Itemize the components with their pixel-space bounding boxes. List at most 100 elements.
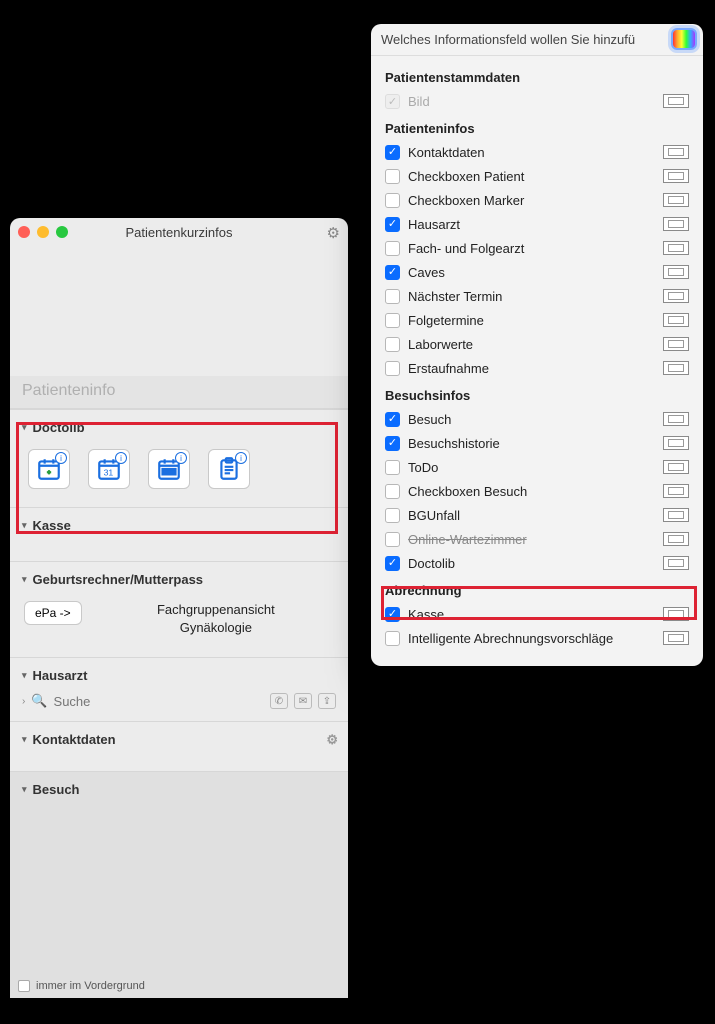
section-title: Hausarzt [33,668,88,683]
field-item[interactable]: Caves [385,260,689,284]
checkbox[interactable] [385,169,400,184]
checkbox[interactable] [385,607,400,622]
gear-icon[interactable]: ⚙ [326,732,338,748]
field-item[interactable]: Kontaktdaten [385,140,689,164]
checkbox[interactable] [385,361,400,376]
section-title: Geburtsrechner/Mutterpass [33,572,204,587]
field-item[interactable]: Intelligente Abrechnungsvorschläge [385,626,689,650]
field-item[interactable]: Fach- und Folgearzt [385,236,689,260]
checkbox[interactable] [385,217,400,232]
layout-box-icon[interactable] [663,217,689,231]
checkbox[interactable] [385,193,400,208]
patienteninfo-label: Patienteninfo [10,376,348,409]
section-besuch: ▾ Besuch [10,771,348,998]
checkbox[interactable] [385,241,400,256]
epa-button[interactable]: ePa -> [24,601,82,625]
layout-box-icon[interactable] [663,361,689,375]
foreground-checkbox[interactable] [18,980,30,992]
field-item[interactable]: Doctolib [385,551,689,575]
checkbox[interactable] [385,94,400,109]
close-icon[interactable] [18,226,30,238]
group-title: Besuchsinfos [385,380,689,407]
popover-body: PatientenstammdatenBildPatienteninfosKon… [371,56,703,666]
field-item[interactable]: Hausarzt [385,212,689,236]
layout-box-icon[interactable] [663,631,689,645]
field-label: Erstaufnahme [408,361,489,376]
field-item[interactable]: ToDo [385,455,689,479]
section-header-hausarzt[interactable]: ▾ Hausarzt [10,658,348,693]
layout-box-icon[interactable] [663,265,689,279]
zoom-icon[interactable] [56,226,68,238]
field-item[interactable]: Laborwerte [385,332,689,356]
layout-box-icon[interactable] [663,412,689,426]
layout-box-icon[interactable] [663,460,689,474]
field-label: ToDo [408,460,438,475]
layout-box-icon[interactable] [663,556,689,570]
layout-box-icon[interactable] [663,241,689,255]
expand-icon[interactable]: › [22,696,25,707]
checkbox[interactable] [385,556,400,571]
layout-box-icon[interactable] [663,145,689,159]
calendar-range-icon[interactable]: i [148,449,190,489]
field-label: Checkboxen Marker [408,193,524,208]
checkbox[interactable] [385,265,400,280]
field-label: Checkboxen Patient [408,169,524,184]
field-item[interactable]: Bild [385,89,689,113]
checkbox[interactable] [385,313,400,328]
checkbox[interactable] [385,337,400,352]
field-item[interactable]: BGUnfall [385,503,689,527]
field-item[interactable]: Nächster Termin [385,284,689,308]
section-title: Doctolib [33,420,85,435]
field-item[interactable]: Checkboxen Marker [385,188,689,212]
checkbox[interactable] [385,412,400,427]
section-header-kasse[interactable]: ▾ Kasse [10,508,348,543]
layout-box-icon[interactable] [663,436,689,450]
section-header-doctolib[interactable]: ▾ Doctolib [10,410,348,445]
field-item[interactable]: Besuch [385,407,689,431]
checkbox[interactable] [385,436,400,451]
checkbox[interactable] [385,508,400,523]
field-item[interactable]: Checkboxen Besuch [385,479,689,503]
layout-box-icon[interactable] [663,337,689,351]
section-header-kontaktdaten[interactable]: ▾ Kontaktdaten ⚙ [10,722,348,757]
send-icon[interactable]: ⇪ [318,693,336,709]
minimize-icon[interactable] [37,226,49,238]
field-item[interactable]: Checkboxen Patient [385,164,689,188]
calendar-add-icon[interactable]: i [28,449,70,489]
chevron-down-icon: ▾ [22,520,27,531]
checkbox[interactable] [385,145,400,160]
field-item[interactable]: Folgetermine [385,308,689,332]
checkbox[interactable] [385,289,400,304]
section-geburtsrechner: ▾ Geburtsrechner/Mutterpass ePa -> Fachg… [10,561,348,657]
checkbox[interactable] [385,631,400,646]
field-label: Besuchshistorie [408,436,500,451]
layout-box-icon[interactable] [663,169,689,183]
layout-box-icon[interactable] [663,289,689,303]
layout-box-icon[interactable] [663,313,689,327]
section-header-geburtsrechner[interactable]: ▾ Geburtsrechner/Mutterpass [10,562,348,597]
phone-icon[interactable]: ✆ [270,693,288,709]
layout-box-icon[interactable] [663,94,689,108]
layout-box-icon[interactable] [663,532,689,546]
checkbox[interactable] [385,532,400,547]
field-item[interactable]: Erstaufnahme [385,356,689,380]
chevron-down-icon: ▾ [22,574,27,585]
calendar-31-icon[interactable]: 31i [88,449,130,489]
field-item[interactable]: Kasse [385,602,689,626]
mail-icon[interactable]: ✉ [294,693,312,709]
gear-icon[interactable]: ⚙ [327,224,340,242]
layout-box-icon[interactable] [663,484,689,498]
checkbox[interactable] [385,460,400,475]
section-header-besuch[interactable]: ▾ Besuch [10,772,348,807]
checkbox[interactable] [385,484,400,499]
search-input[interactable] [54,694,264,709]
clipboard-icon[interactable]: i [208,449,250,489]
field-item[interactable]: Online-Wartezimmer [385,527,689,551]
layout-box-icon[interactable] [663,607,689,621]
color-picker-icon[interactable] [671,28,697,50]
layout-box-icon[interactable] [663,508,689,522]
field-item[interactable]: Besuchshistorie [385,431,689,455]
layout-box-icon[interactable] [663,193,689,207]
field-label: Doctolib [408,556,455,571]
group-title: Abrechnung [385,575,689,602]
